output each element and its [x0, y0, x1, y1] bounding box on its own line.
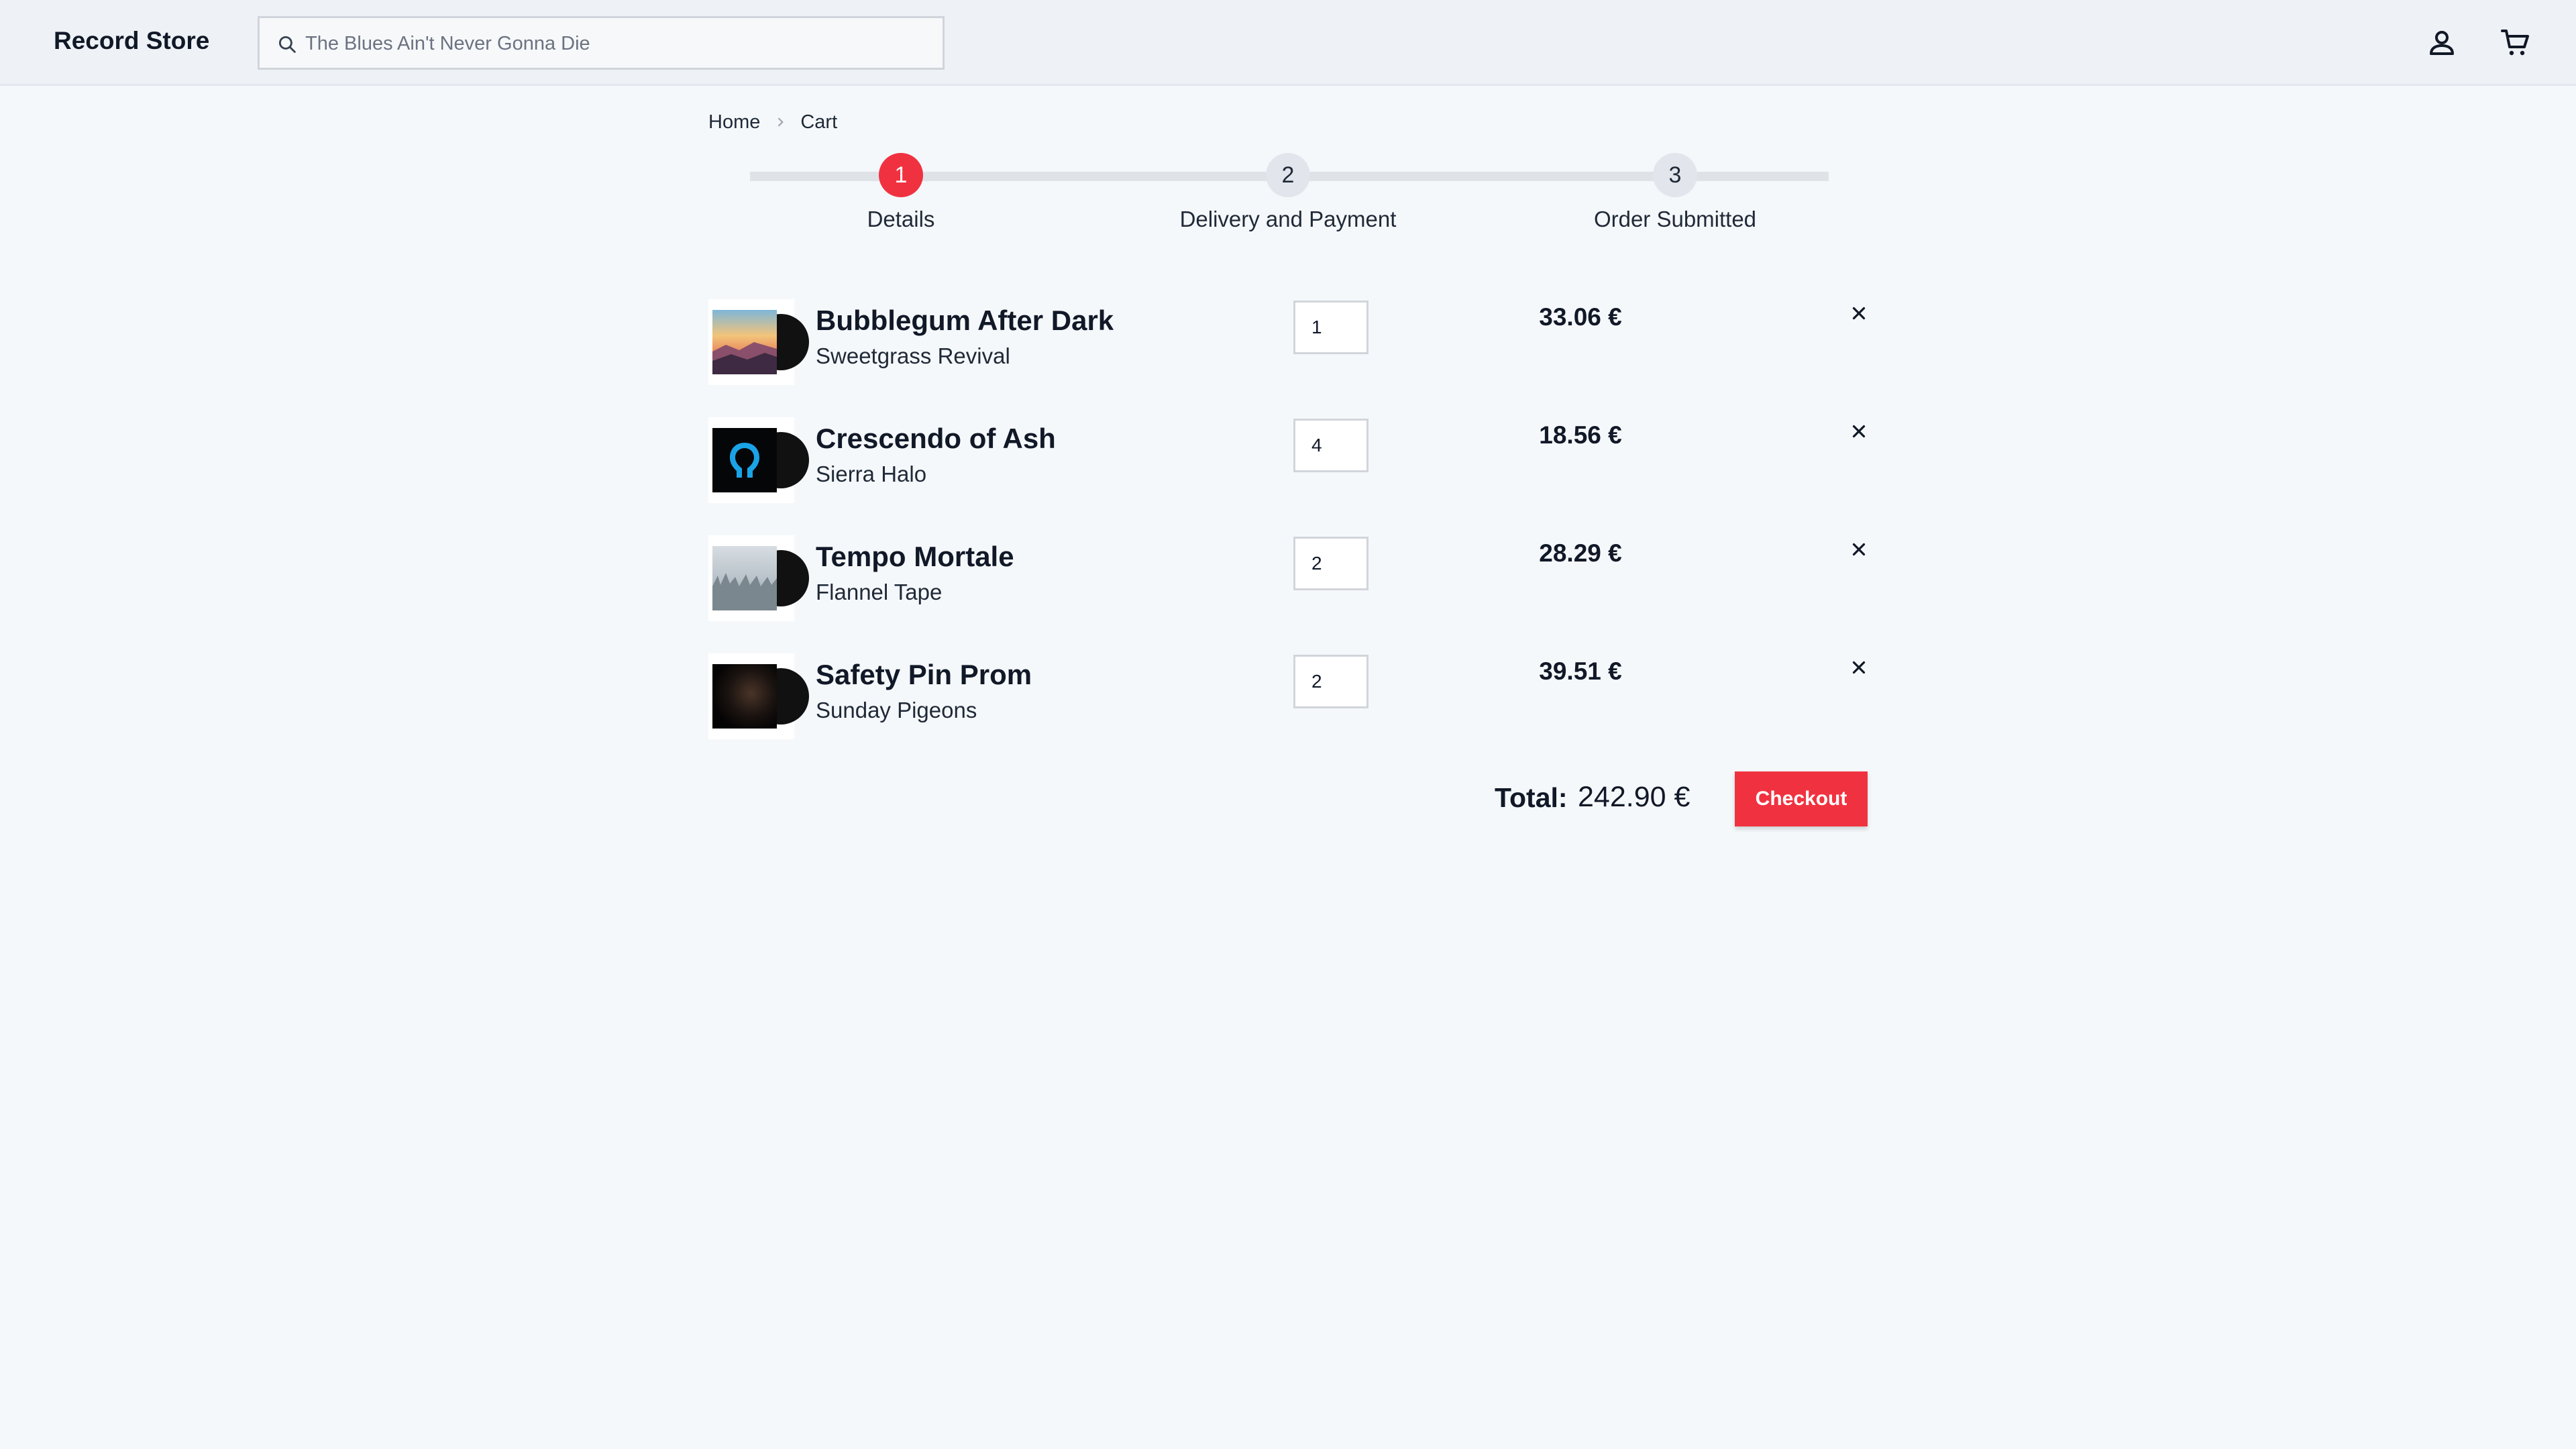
step-2-indicator: 2 [1266, 153, 1310, 197]
quantity-input[interactable] [1293, 655, 1368, 708]
album-title[interactable]: Tempo Mortale [816, 541, 1014, 573]
cart-item: Crescendo of Ash Sierra Halo 18.56 € [708, 417, 1869, 504]
album-artist: Sierra Halo [816, 462, 927, 486]
album-cover-image [712, 664, 777, 729]
album-thumbnail[interactable] [708, 653, 809, 739]
album-cover-image [712, 310, 777, 374]
brand-logo[interactable]: Record Store [54, 27, 209, 55]
step-3-label: Order Submitted [1593, 207, 1757, 231]
album-artist: Sweetgrass Revival [816, 343, 1010, 368]
close-icon[interactable] [1849, 421, 1869, 441]
album-title[interactable]: Crescendo of Ash [816, 423, 1056, 455]
album-thumbnail[interactable] [708, 299, 809, 385]
album-cover-image [712, 546, 777, 610]
item-price: 33.06 € [1539, 303, 1622, 331]
breadcrumb-current: Cart [800, 111, 838, 133]
close-icon[interactable] [1849, 539, 1869, 559]
total-label: Total: [1495, 782, 1568, 813]
cart-item: Safety Pin Prom Sunday Pigeons 39.51 € [708, 653, 1869, 741]
album-title[interactable]: Safety Pin Prom [816, 659, 1032, 691]
breadcrumb-home[interactable]: Home [708, 111, 760, 133]
close-icon[interactable] [1849, 303, 1869, 323]
total-value: 242.90 € [1578, 781, 1690, 813]
quantity-input[interactable] [1293, 537, 1368, 590]
search-input[interactable] [305, 25, 922, 62]
close-icon[interactable] [1849, 657, 1869, 678]
album-cover-image [712, 428, 777, 492]
cart-item: Bubblegum After Dark Sweetgrass Revival … [708, 299, 1869, 386]
album-artist: Sunday Pigeons [816, 698, 977, 722]
album-thumbnail[interactable] [708, 535, 809, 621]
item-price: 39.51 € [1539, 657, 1622, 685]
step-2-label: Delivery and Payment [1179, 207, 1397, 231]
search-bar[interactable] [258, 16, 945, 70]
item-price: 18.56 € [1539, 421, 1622, 449]
search-icon [278, 36, 296, 53]
top-header: Record Store [0, 0, 2576, 86]
quantity-input[interactable] [1293, 301, 1368, 354]
user-icon[interactable] [2426, 27, 2458, 59]
checkout-stepper: 1 Details 2 Delivery and Payment 3 Order… [708, 153, 1868, 240]
step-1-indicator: 1 [879, 153, 923, 197]
cart-icon[interactable] [2500, 27, 2532, 59]
cart-item: Tempo Mortale Flannel Tape 28.29 € [708, 535, 1869, 623]
album-thumbnail[interactable] [708, 417, 809, 503]
album-artist: Flannel Tape [816, 580, 943, 604]
checkout-button[interactable]: Checkout [1735, 771, 1868, 826]
chevron-right-icon [778, 117, 784, 127]
quantity-input[interactable] [1293, 419, 1368, 472]
item-price: 28.29 € [1539, 539, 1622, 567]
album-title[interactable]: Bubblegum After Dark [816, 305, 1114, 337]
step-3-indicator: 3 [1653, 153, 1697, 197]
step-1-label: Details [867, 207, 935, 231]
breadcrumb: Home Cart [708, 109, 837, 136]
